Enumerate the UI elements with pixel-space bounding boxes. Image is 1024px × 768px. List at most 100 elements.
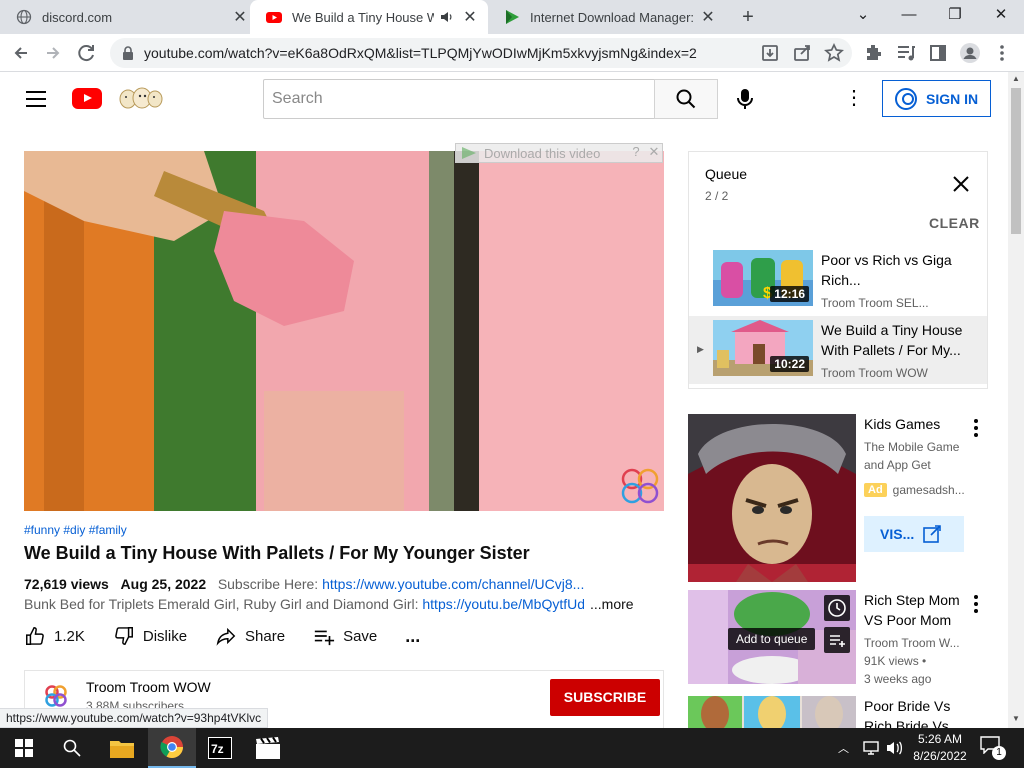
tab-idm[interactable]: Internet Download Manager: I ca ✕ <box>488 0 726 34</box>
7zip-taskbar-button[interactable]: 7z <box>196 728 244 768</box>
subscribe-button[interactable]: SUBSCRIBE <box>550 679 660 716</box>
browser-menu-icon[interactable] <box>990 41 1014 65</box>
show-hidden-icons-icon[interactable]: ︿ <box>838 740 849 756</box>
queue-item[interactable]: $ 12:16 Poor vs Rich vs Giga Rich... Tro… <box>689 246 987 314</box>
recommendation-thumbnail[interactable] <box>688 696 856 728</box>
tab-title: We Build a Tiny House With <box>292 9 434 25</box>
download-help-button[interactable]: ? <box>628 144 644 159</box>
tab-discord[interactable]: discord.com ✕ <box>0 0 250 34</box>
volume-icon[interactable] <box>886 740 904 756</box>
file-explorer-button[interactable] <box>98 728 146 768</box>
recommendation-thumbnail[interactable]: Add to queue <box>688 590 856 684</box>
subscribe-link[interactable]: https://www.youtube.com/channel/UCvj8... <box>322 576 584 592</box>
chrome-icon <box>160 736 183 758</box>
tab-close-button[interactable]: ✕ <box>698 7 718 27</box>
tab-search-button[interactable]: ⌄ <box>840 0 886 30</box>
channel-name[interactable]: Troom Troom WOW <box>86 679 211 695</box>
search-taskbar-button[interactable] <box>48 728 96 768</box>
dislike-button[interactable]: Dislike <box>113 625 187 647</box>
back-icon[interactable] <box>8 40 34 66</box>
duration-badge: 12:16 <box>770 286 809 302</box>
clear-queue-button[interactable]: CLEAR <box>929 215 980 231</box>
extensions-icon[interactable] <box>862 41 886 65</box>
page-scrollbar[interactable]: ▲ ▼ <box>1008 72 1024 728</box>
notification-center-button[interactable]: 1 <box>980 736 1006 760</box>
new-tab-button[interactable]: + <box>736 4 760 30</box>
windows-logo-icon <box>15 739 33 757</box>
watch-later-icon[interactable] <box>824 595 850 621</box>
doodle-logo[interactable] <box>116 84 164 112</box>
share-page-icon[interactable] <box>790 41 814 65</box>
youtube-favicon-icon <box>266 12 282 23</box>
tab-youtube[interactable]: We Build a Tiny House With ✕ <box>250 0 488 34</box>
tab-close-button[interactable]: ✕ <box>230 7 250 27</box>
visit-site-button[interactable]: VIS... <box>864 516 964 552</box>
hashtags[interactable]: #funny #diy #family <box>24 523 127 537</box>
channel-avatar[interactable] <box>41 681 71 711</box>
like-button[interactable]: 1.2K <box>24 625 85 647</box>
chrome-taskbar-button[interactable] <box>148 728 196 768</box>
toolbar: youtube.com/watch?v=eK6a8OdRxQM&list=TLP… <box>0 34 1024 72</box>
network-icon[interactable] <box>862 740 880 756</box>
description-text: Bunk Bed for Triplets Emerald Girl, Ruby… <box>24 596 419 612</box>
save-button[interactable]: Save <box>313 625 377 647</box>
recommendation-menu-icon[interactable] <box>973 595 979 616</box>
lock-icon[interactable] <box>122 46 134 60</box>
recommendation-views: 91K views • <box>864 654 927 668</box>
forward-icon[interactable] <box>40 40 66 66</box>
search-input[interactable]: Search <box>263 79 655 119</box>
start-button[interactable] <box>0 728 48 768</box>
share-button[interactable]: Share <box>215 625 285 647</box>
clock-time: 5:26 AM <box>917 732 963 746</box>
side-panel-icon[interactable] <box>926 41 950 65</box>
scroll-down-icon[interactable]: ▼ <box>1012 714 1020 723</box>
tab-close-button[interactable]: ✕ <box>460 7 480 27</box>
share-arrow-icon <box>216 627 236 646</box>
search-icon <box>676 89 696 109</box>
bookmark-star-icon[interactable] <box>822 41 846 65</box>
ad-menu-icon[interactable] <box>973 419 979 440</box>
idm-download-icon <box>462 147 476 159</box>
recommendation-item[interactable]: Poor Bride Vs Rich Bride Vs <box>688 696 988 728</box>
video-player[interactable] <box>24 151 664 511</box>
system-clock[interactable]: 5:26 AM 8/26/2022 <box>910 731 970 765</box>
minimize-button[interactable]: — <box>886 0 932 30</box>
install-icon[interactable] <box>758 41 782 65</box>
idm-download-panel[interactable]: Download this video ? ✕ <box>455 143 663 163</box>
scrollbar-thumb[interactable] <box>1011 88 1021 234</box>
download-close-button[interactable]: ✕ <box>646 144 662 160</box>
description-link[interactable]: https://youtu.be/MbQytfUd- <box>422 596 584 612</box>
more-actions-button[interactable]: ... <box>405 627 420 645</box>
address-bar[interactable]: youtube.com/watch?v=eK6a8OdRxQM&list=TLP… <box>110 38 852 68</box>
url-text: youtube.com/watch?v=eK6a8OdRxQM&list=TLP… <box>144 45 697 61</box>
hamburger-menu-icon[interactable] <box>26 91 46 112</box>
queue-panel: Queue 2 / 2 CLEAR $ 12:16 Poor vs Rich v… <box>688 151 988 389</box>
thumbs-down-icon <box>115 627 133 645</box>
close-window-button[interactable]: ✕ <box>978 0 1024 30</box>
microphone-icon[interactable] <box>730 84 760 114</box>
sign-in-button[interactable]: SIGN IN <box>882 80 991 117</box>
show-more-button[interactable]: ...more <box>590 596 634 612</box>
settings-kebab-icon[interactable]: ⋮ <box>844 86 864 110</box>
globe-icon <box>16 9 32 25</box>
queue-item-current[interactable]: ▶ 10:22 We Build a Tiny House With Palle… <box>689 316 987 384</box>
video-frame <box>24 151 664 511</box>
close-icon[interactable] <box>951 174 971 194</box>
youtube-logo[interactable] <box>72 88 102 109</box>
ad-thumbnail[interactable] <box>688 414 856 582</box>
recommendation-age: 3 weeks ago <box>864 672 932 686</box>
speaker-icon[interactable] <box>440 10 454 24</box>
reload-icon[interactable] <box>74 40 100 66</box>
add-to-queue-icon[interactable] <box>824 627 850 653</box>
add-to-queue-tooltip: Add to queue <box>728 628 816 650</box>
restore-button[interactable]: ❐ <box>932 0 978 30</box>
external-link-icon <box>923 525 941 543</box>
ad-card[interactable]: Kids Games The Mobile Game and App Get A… <box>688 414 988 582</box>
video-editor-taskbar-button[interactable] <box>244 728 292 768</box>
scroll-up-icon[interactable]: ▲ <box>1012 74 1020 83</box>
profile-icon[interactable] <box>958 41 982 65</box>
now-playing-indicator: ▶ <box>697 344 704 354</box>
media-control-icon[interactable] <box>894 41 918 65</box>
search-button[interactable] <box>654 79 718 119</box>
recommendation-item[interactable]: Add to queue Rich Step Mom VS Poor Mom T… <box>688 590 988 686</box>
